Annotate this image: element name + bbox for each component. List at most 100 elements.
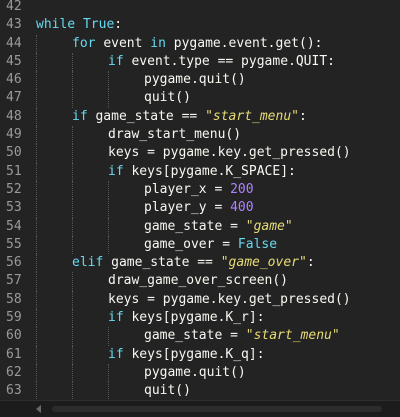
indent-guide <box>36 71 37 90</box>
indent-guide <box>36 89 37 108</box>
indent-guide <box>36 290 37 310</box>
code-token: while <box>36 17 83 33</box>
code-token: keys[pygame.K_q]: <box>131 346 265 362</box>
code-token: True <box>82 17 115 33</box>
code-line[interactable]: 50 keys = pygame.key.get_pressed() <box>0 144 400 163</box>
indent-guide <box>72 345 73 364</box>
code-token: event <box>103 35 151 51</box>
code-text: if event.type == pygame.QUIT: <box>108 53 335 71</box>
indent-guide <box>36 272 37 291</box>
code-line[interactable]: 59 if keys[pygame.K_r]: <box>0 309 400 328</box>
code-line[interactable]: 62 pygame.quit() <box>0 363 400 383</box>
code-token: : <box>306 255 315 271</box>
code-line[interactable]: 51 if keys[pygame.K_SPACE]: <box>0 162 400 181</box>
code-line[interactable]: 60 game_state = "start_menu" <box>0 327 400 346</box>
indent-guide <box>108 217 109 236</box>
line-number: 52 <box>6 181 22 197</box>
code-line[interactable]: 55 game_over = False <box>0 235 400 255</box>
code-token: if <box>108 163 132 179</box>
indent-guide <box>72 180 73 200</box>
code-token: in <box>150 35 174 51</box>
line-number: 42 <box>6 0 22 14</box>
code-line[interactable]: 54 game_state = "game" <box>0 217 400 236</box>
code-text: player_x = 200 <box>144 181 254 199</box>
code-token: : <box>114 17 123 33</box>
indent-guide <box>36 327 37 346</box>
scrollbar-thumb[interactable] <box>52 406 382 412</box>
indent-guide <box>36 199 37 218</box>
code-text: if keys[pygame.K_r]: <box>108 309 265 327</box>
indent-guide <box>72 309 73 328</box>
code-line[interactable]: 61 if keys[pygame.K_q]: <box>0 345 400 364</box>
code-line[interactable]: 56 elif game_state == "game_over": <box>0 254 400 273</box>
line-number: 47 <box>6 90 22 106</box>
code-token: draw_start_menu() <box>108 127 242 143</box>
indent-guide <box>72 71 73 90</box>
line-number: 57 <box>6 273 22 289</box>
code-line[interactable]: 52 player_x = 200 <box>0 180 400 200</box>
code-line[interactable]: 48 if game_state == "start_menu": <box>0 107 400 127</box>
code-text: for event in pygame.event.get(): <box>72 35 322 53</box>
code-token: if <box>108 310 132 326</box>
code-token: keys = pygame.key.get_pressed() <box>108 145 351 161</box>
indent-guide <box>108 89 109 108</box>
indent-guide <box>72 89 73 108</box>
indent-guide <box>108 235 109 255</box>
indent-guide <box>36 162 37 181</box>
code-line[interactable]: 44 for event in pygame.event.get(): <box>0 34 400 53</box>
indent-guide <box>36 345 37 364</box>
indent-guide <box>72 363 73 383</box>
code-token: keys[pygame.K_SPACE]: <box>131 163 296 179</box>
code-text: game_state = "game" <box>144 218 293 236</box>
code-token: player_y = <box>144 200 231 216</box>
code-area[interactable]: 42 43 while True: 44 for event in pygame.eve… <box>0 0 400 417</box>
code-token: : <box>298 108 307 124</box>
code-line[interactable]: 42 <box>0 0 400 16</box>
line-number: 50 <box>6 145 22 161</box>
line-number: 48 <box>6 108 22 124</box>
indent-guide <box>72 126 73 145</box>
indent-guide <box>36 254 37 273</box>
horizontal-scrollbar[interactable] <box>0 400 400 417</box>
line-number: 53 <box>6 200 22 216</box>
indent-guide <box>72 327 73 346</box>
code-token: pygame.event.get(): <box>173 35 323 51</box>
indent-guide <box>36 235 37 255</box>
line-number: 60 <box>6 328 22 344</box>
indent-guide <box>72 272 73 291</box>
code-text: while True: <box>36 16 122 34</box>
code-text: if keys[pygame.K_q]: <box>108 346 265 364</box>
code-token: 400 <box>230 200 254 216</box>
code-token: quit() <box>144 383 191 399</box>
indent-guide <box>36 217 37 236</box>
indent-guide <box>108 180 109 200</box>
code-token: "start_menu" <box>245 328 340 344</box>
code-line[interactable]: 53 player_y = 400 <box>0 199 400 218</box>
code-line[interactable]: 57 draw_game_over_screen() <box>0 272 400 291</box>
code-text: quit() <box>144 89 191 107</box>
code-line[interactable]: 43 while True: <box>0 16 400 34</box>
indent-guide <box>36 309 37 328</box>
code-line[interactable]: 45 if event.type == pygame.QUIT: <box>0 52 400 72</box>
line-number: 56 <box>6 255 22 271</box>
code-token: elif <box>72 255 112 271</box>
code-text: keys = pygame.key.get_pressed() <box>108 291 351 309</box>
code-text: pygame.quit() <box>144 71 246 89</box>
indent-guide <box>36 363 37 383</box>
code-line[interactable]: 58 keys = pygame.key.get_pressed() <box>0 290 400 310</box>
code-token: 200 <box>230 181 254 197</box>
code-token: game_over = <box>144 236 238 252</box>
scroll-left-arrow-icon[interactable] <box>36 405 41 413</box>
code-token: False <box>237 236 278 252</box>
code-line[interactable]: 49 draw_start_menu() <box>0 126 400 145</box>
code-token: event.type == pygame.QUIT: <box>131 53 335 69</box>
code-editor[interactable]: 42 43 while True: 44 for event in pygame.eve… <box>0 0 400 417</box>
code-line[interactable]: 46 pygame.quit() <box>0 71 400 90</box>
code-line[interactable]: 47 quit() <box>0 89 400 108</box>
code-token: if <box>108 346 132 362</box>
line-number: 43 <box>6 17 22 33</box>
code-line[interactable]: 63 quit() <box>0 382 400 401</box>
code-text: if keys[pygame.K_SPACE]: <box>108 163 296 181</box>
code-text: game_over = False <box>144 236 277 254</box>
code-token: for <box>72 35 104 51</box>
